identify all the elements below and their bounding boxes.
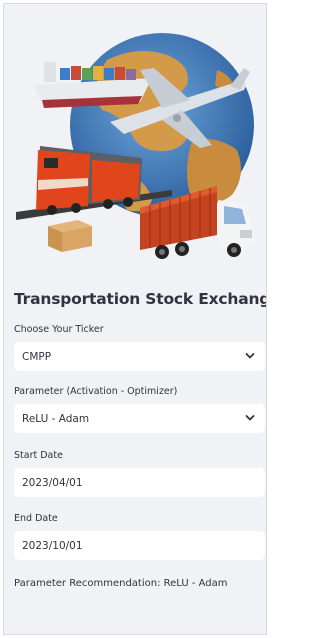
start-date-input[interactable]: 2023/04/01 [14, 468, 265, 497]
start-date-label: Start Date [14, 450, 63, 461]
chevron-down-icon [245, 415, 255, 421]
transportation-hero-image [16, 33, 254, 259]
ticker-select[interactable]: CMPP [14, 342, 265, 371]
end-date-label: End Date [14, 513, 58, 524]
start-date-value: 2023/04/01 [22, 476, 83, 489]
end-date-input[interactable]: 2023/10/01 [14, 531, 265, 560]
app-title: Transportation Stock Exchange [14, 290, 267, 308]
ticker-label: Choose Your Ticker [14, 324, 104, 335]
ticker-selected-value: CMPP [22, 350, 52, 363]
sidebar: Transportation Stock Exchange Choose You… [3, 3, 267, 635]
end-date-value: 2023/10/01 [22, 539, 83, 552]
parameter-selected-value: ReLU - Adam [22, 412, 90, 425]
parameter-label: Parameter (Activation - Optimizer) [14, 386, 178, 397]
parameter-select[interactable]: ReLU - Adam [14, 404, 265, 433]
chevron-down-icon [245, 353, 255, 359]
parameter-recommendation: Parameter Recommendation: ReLU - Adam [14, 578, 228, 589]
parcel-box-icon [48, 220, 92, 252]
